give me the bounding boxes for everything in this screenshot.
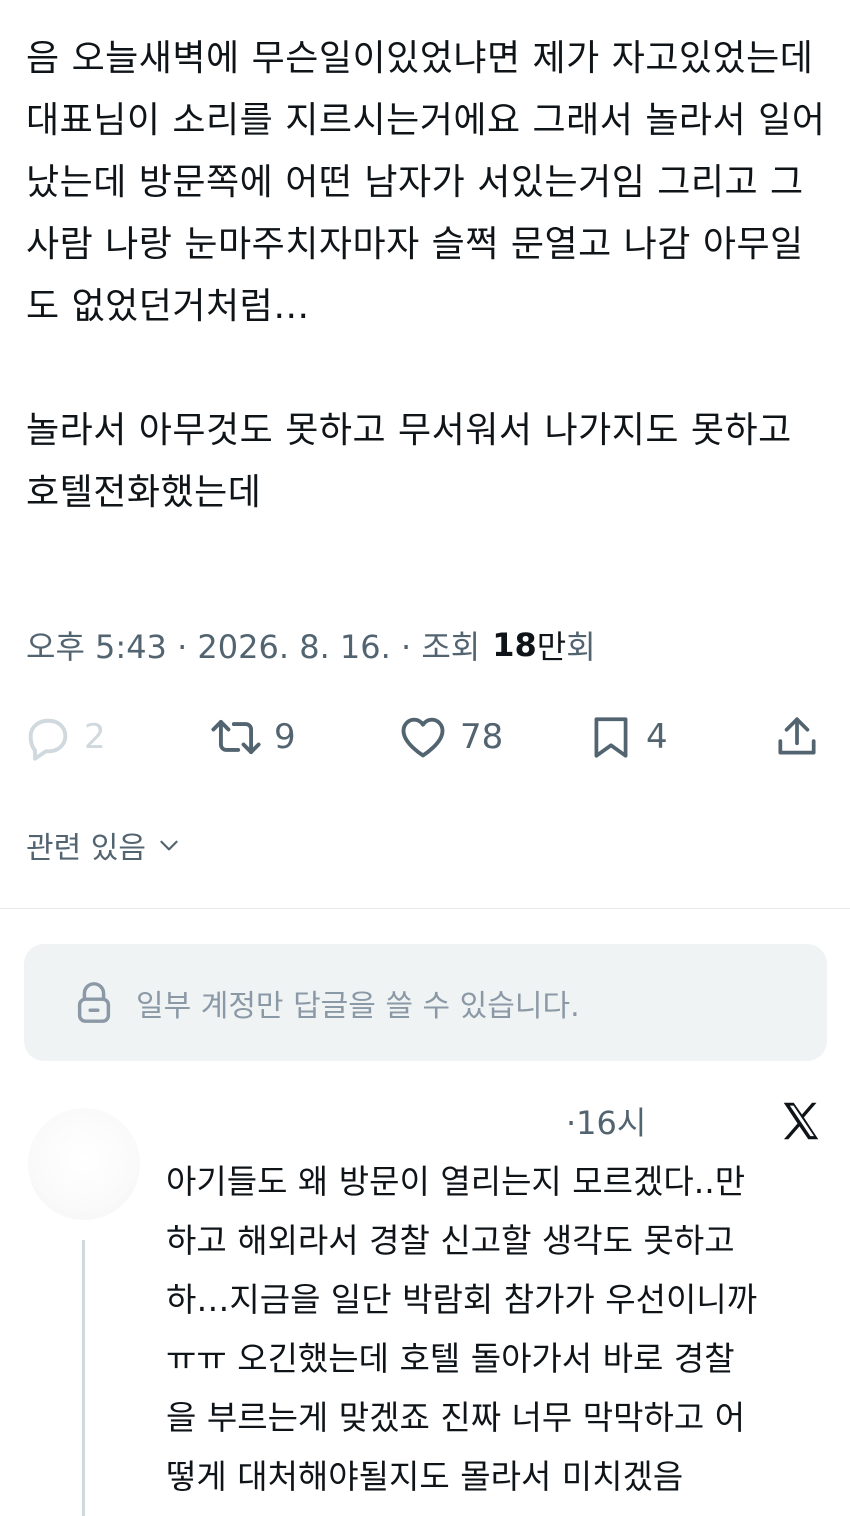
reply-count: 2 (84, 717, 106, 757)
reply-text: 아기들도 왜 방문이 열리는지 모르겠다..만 하고 해외라서 경찰 신고할 생… (166, 1162, 758, 1496)
chevron-down-icon (160, 840, 178, 851)
related-label: 관련 있음 (26, 831, 146, 866)
retweet-button[interactable]: 9 (208, 707, 296, 767)
reply-icon (28, 718, 68, 761)
retweet-count: 9 (274, 717, 296, 757)
share-icon (778, 717, 816, 755)
x-logo-icon (778, 1098, 824, 1148)
reply-restriction-notice: 일부 계정만 답글을 쓸 수 있습니다. (24, 944, 827, 1061)
lock-icon (77, 981, 111, 1023)
bookmark-icon (594, 717, 628, 758)
related-toggle[interactable]: 관련 있음 (26, 820, 182, 870)
retweet-icon (211, 719, 261, 755)
post-timestamp[interactable]: 오후 5:43 · 2026. 8. 16. · 조회 (26, 622, 480, 668)
heart-icon (401, 717, 445, 758)
bookmark-button[interactable]: 4 (586, 707, 668, 767)
view-count-unit: 만 (536, 628, 567, 666)
bookmark-count: 4 (646, 717, 668, 757)
reply-timestamp[interactable]: ·16시 (566, 1098, 646, 1144)
reply-restriction-text: 일부 계정만 답글을 쓸 수 있습니다. (136, 988, 580, 1024)
view-count-suffix: 회 (566, 628, 596, 666)
view-count: 18 (492, 626, 537, 664)
section-divider (0, 908, 850, 909)
like-count: 78 (460, 717, 504, 757)
share-button[interactable] (772, 707, 822, 767)
thread-line (82, 1240, 85, 1516)
avatar[interactable] (28, 1108, 140, 1220)
post-metadata: 오후 5:43 · 2026. 8. 16. · 조회 18 만 회 (26, 620, 596, 670)
like-button[interactable]: 78 (396, 707, 503, 767)
post-text: 음 오늘새벽에 무슨일이있었냐면 제가 자고있었는데 대표님이 소리를 지르시는… (26, 38, 826, 513)
action-bar: 2 9 78 4 (22, 707, 828, 767)
reply-button[interactable]: 2 (22, 707, 106, 767)
